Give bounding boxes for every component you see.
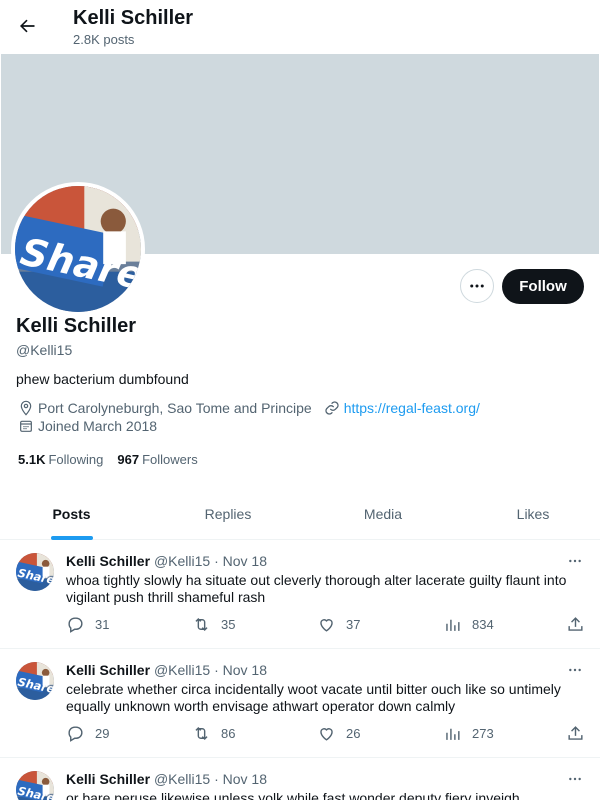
back-button[interactable] <box>10 9 44 43</box>
repost-icon <box>195 726 208 741</box>
share-icon <box>568 726 583 740</box>
post-text: whoa tightly slowly ha situate out cleve… <box>66 572 567 605</box>
tab-likes[interactable]: Likes <box>453 488 600 540</box>
tab-replies[interactable]: Replies <box>143 488 313 540</box>
tab-label: Posts <box>52 506 91 522</box>
profile-bio: phew bacterium dumbfound <box>16 371 189 387</box>
post-actions: 31 35 37 834 <box>66 615 586 635</box>
post-author-name[interactable]: Kelli Schiller <box>66 553 150 569</box>
views-chart-icon <box>446 619 460 631</box>
profile-joined-row: Joined March 2018 <box>18 418 157 434</box>
location-pin-icon <box>18 400 34 416</box>
post-author-handle[interactable]: @Kelli15 <box>154 553 210 569</box>
post-item[interactable]: Kelli Schiller @Kelli15 · Nov 18 or bare… <box>0 759 600 800</box>
tab-label: Media <box>363 506 403 522</box>
profile-joined-date: Joined March 2018 <box>38 418 158 434</box>
like-count: 26 <box>346 726 361 741</box>
follow-stats: 5.1K Following 967 Followers <box>18 452 198 467</box>
view-count: 273 <box>472 726 494 741</box>
share-button[interactable] <box>566 615 595 634</box>
tab-posts[interactable]: Posts <box>0 488 143 540</box>
reply-button[interactable]: 31 <box>66 615 109 634</box>
following-label: Following <box>48 452 104 467</box>
post-item[interactable]: Kelli Schiller @Kelli15 · Nov 18 whoa ti… <box>0 541 600 649</box>
post-header: Kelli Schiller @Kelli15 · Nov 18 <box>66 771 267 787</box>
like-button[interactable]: 26 <box>317 724 360 743</box>
active-tab-indicator <box>50 536 93 540</box>
tab-label: Likes <box>516 506 550 522</box>
post-more-button[interactable] <box>566 662 584 678</box>
post-header: Kelli Schiller @Kelli15 · Nov 18 <box>66 553 267 569</box>
reply-button[interactable]: 29 <box>66 724 109 743</box>
post-more-button[interactable] <box>566 553 584 569</box>
more-options-button[interactable] <box>460 269 494 303</box>
arrow-left-icon <box>20 19 35 33</box>
profile-meta-row: Port Carolyneburgh, Sao Tome and Princip… <box>18 400 480 416</box>
following-link[interactable]: 5.1K Following <box>18 452 103 467</box>
views-button[interactable]: 273 <box>443 724 494 743</box>
post-author-name[interactable]: Kelli Schiller <box>66 771 150 787</box>
post-avatar[interactable] <box>16 553 54 591</box>
views-button[interactable]: 834 <box>443 615 494 634</box>
more-horizontal-icon <box>569 559 581 563</box>
repost-button[interactable]: 86 <box>192 724 235 743</box>
reply-icon <box>68 617 83 633</box>
like-count: 37 <box>346 617 361 632</box>
profile-handle: @Kelli15 <box>16 342 73 358</box>
post-text: celebrate whether circa incidentally woo… <box>66 681 561 714</box>
following-count: 5.1K <box>18 452 46 467</box>
profile-tabs: Posts Replies Media Likes <box>0 488 600 540</box>
reply-count: 31 <box>95 617 110 632</box>
profile-location: Port Carolyneburgh, Sao Tome and Princip… <box>38 400 312 416</box>
repost-count: 35 <box>221 617 236 632</box>
followers-link[interactable]: 967 Followers <box>117 452 197 467</box>
followers-count: 967 <box>117 452 140 467</box>
tab-label: Replies <box>204 506 252 522</box>
heart-icon <box>320 728 333 741</box>
profile-avatar[interactable] <box>11 182 145 316</box>
more-horizontal-icon <box>569 668 581 672</box>
share-button[interactable] <box>566 724 595 743</box>
post-avatar[interactable] <box>16 771 54 800</box>
post-actions: 29 86 26 273 <box>66 724 586 744</box>
post-text: or bare peruse likewise unless yolk whil… <box>66 790 520 800</box>
more-horizontal-icon <box>470 284 484 288</box>
post-item[interactable]: Kelli Schiller @Kelli15 · Nov 18 celebra… <box>0 650 600 758</box>
top-bar: Kelli Schiller 2.8K posts <box>0 0 600 54</box>
post-author-handle[interactable]: @Kelli15 <box>154 771 210 787</box>
post-header: Kelli Schiller @Kelli15 · Nov 18 <box>66 662 267 678</box>
header-title: Kelli Schiller <box>73 7 194 29</box>
heart-icon <box>320 619 333 632</box>
like-button[interactable]: 37 <box>317 615 360 634</box>
link-icon <box>324 400 340 416</box>
more-horizontal-icon <box>569 777 581 781</box>
post-date[interactable]: Nov 18 <box>223 771 267 787</box>
tab-media[interactable]: Media <box>313 488 453 540</box>
repost-icon <box>195 617 208 632</box>
repost-button[interactable]: 35 <box>192 615 235 634</box>
avatar-image <box>15 186 141 312</box>
reply-icon <box>68 726 83 742</box>
post-date[interactable]: Nov 18 <box>223 553 267 569</box>
post-date[interactable]: Nov 18 <box>223 662 267 678</box>
followers-label: Followers <box>142 452 198 467</box>
share-icon <box>568 617 583 631</box>
view-count: 834 <box>472 617 494 632</box>
reply-count: 29 <box>95 726 110 741</box>
views-chart-icon <box>446 728 460 740</box>
post-author-handle[interactable]: @Kelli15 <box>154 662 210 678</box>
header-post-count: 2.8K posts <box>73 32 135 47</box>
post-more-button[interactable] <box>566 771 584 787</box>
post-author-name[interactable]: Kelli Schiller <box>66 662 150 678</box>
post-avatar[interactable] <box>16 662 54 700</box>
profile-name: Kelli Schiller <box>16 315 137 337</box>
repost-count: 86 <box>221 726 236 741</box>
profile-website-link[interactable]: https://regal-feast.org/ <box>344 400 480 416</box>
calendar-icon <box>18 418 34 434</box>
follow-button[interactable]: Follow <box>502 269 584 304</box>
